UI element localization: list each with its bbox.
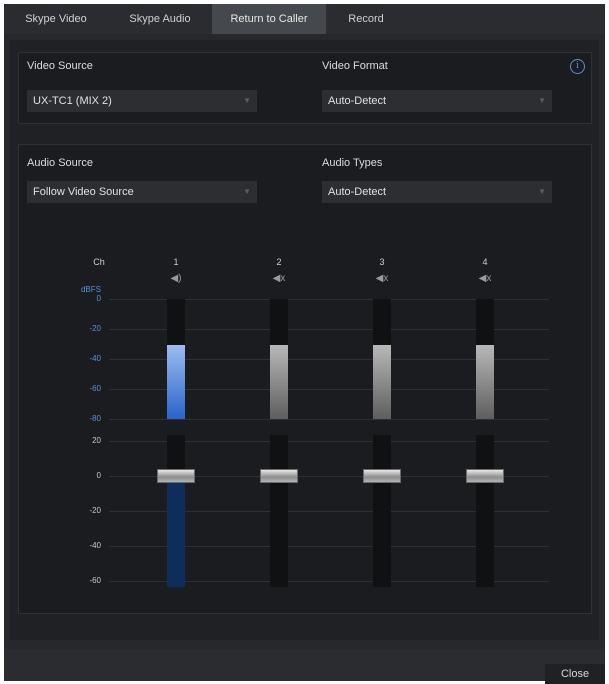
- bottom-bar: Close: [4, 649, 605, 684]
- volume-fader[interactable]: [466, 435, 504, 587]
- video-source-value: UX-TC1 (MIX 2): [33, 95, 112, 107]
- channel-number: 1: [173, 257, 179, 267]
- video-format-label: Video Format: [322, 60, 388, 72]
- tab-skype-video[interactable]: Skype Video: [4, 4, 108, 34]
- level-meter-fill: [476, 344, 494, 419]
- tab-bar: Skype Video Skype Audio Return to Caller…: [4, 4, 605, 34]
- fader-scale-label: 0: [96, 471, 101, 480]
- level-meter: [167, 299, 185, 419]
- video-source-select[interactable]: UX-TC1 (MIX 2) ▼: [27, 90, 257, 112]
- fader-scale-label: -20: [89, 506, 101, 515]
- level-meter: [476, 299, 494, 419]
- tab-skype-audio[interactable]: Skype Audio: [108, 4, 212, 34]
- fader-fill: [167, 476, 185, 587]
- meter-scale-label: -40: [89, 354, 101, 363]
- meter-scale-label: -60: [89, 384, 101, 393]
- tab-return-to-caller[interactable]: Return to Caller: [212, 4, 326, 34]
- tab-content: Video Source UX-TC1 (MIX 2) ▼ Video Form…: [10, 40, 599, 640]
- video-panel: Video Source UX-TC1 (MIX 2) ▼ Video Form…: [18, 52, 592, 124]
- meter-scale-label: -20: [89, 324, 101, 333]
- ch-header: Ch: [93, 257, 105, 267]
- chevron-down-icon: ▼: [243, 96, 251, 105]
- audio-panel: Audio Source Follow Video Source ▼ Audio…: [18, 144, 592, 614]
- video-format-select[interactable]: Auto-Detect ▼: [322, 90, 552, 112]
- level-meter-fill: [270, 344, 288, 419]
- level-meter-fill: [373, 344, 391, 419]
- speaker-on-icon[interactable]: ◀): [164, 273, 188, 284]
- volume-fader[interactable]: [157, 435, 195, 587]
- dbfs-label: dBFS: [80, 285, 101, 294]
- channel-number: 4: [482, 257, 488, 267]
- speaker-muted-icon[interactable]: ◀x: [370, 273, 394, 284]
- dialog-window: Skype Video Skype Audio Return to Caller…: [4, 4, 605, 684]
- fader-handle[interactable]: [466, 469, 504, 484]
- speaker-muted-icon[interactable]: ◀x: [267, 273, 291, 284]
- close-button[interactable]: Close: [545, 664, 605, 684]
- info-icon[interactable]: i: [570, 59, 585, 74]
- chevron-down-icon: ▼: [538, 96, 546, 105]
- level-meter-fill: [167, 344, 185, 419]
- fader-handle[interactable]: [260, 469, 298, 484]
- level-meter: [373, 299, 391, 419]
- tab-record[interactable]: Record: [326, 4, 406, 34]
- meter-scale-label: -80: [89, 414, 101, 423]
- meter-gridline: [109, 419, 549, 420]
- audio-mixer: Ch dBFS 0 -20 -40 -60 -80 20 0 -20 -40 -60 1 ◀) 2 ◀x…: [19, 145, 591, 613]
- fader-scale-label: -60: [89, 576, 101, 585]
- speaker-muted-icon[interactable]: ◀x: [473, 273, 497, 284]
- fader-scale-label: -40: [89, 541, 101, 550]
- channel-number: 3: [379, 257, 385, 267]
- video-format-value: Auto-Detect: [328, 95, 387, 107]
- video-source-label: Video Source: [27, 60, 93, 72]
- volume-fader[interactable]: [363, 435, 401, 587]
- fader-handle[interactable]: [157, 469, 195, 484]
- meter-scale-label: 0: [96, 294, 101, 303]
- fader-handle[interactable]: [363, 469, 401, 484]
- level-meter: [270, 299, 288, 419]
- fader-scale-label: 20: [92, 436, 101, 445]
- volume-fader[interactable]: [260, 435, 298, 587]
- channel-number: 2: [276, 257, 282, 267]
